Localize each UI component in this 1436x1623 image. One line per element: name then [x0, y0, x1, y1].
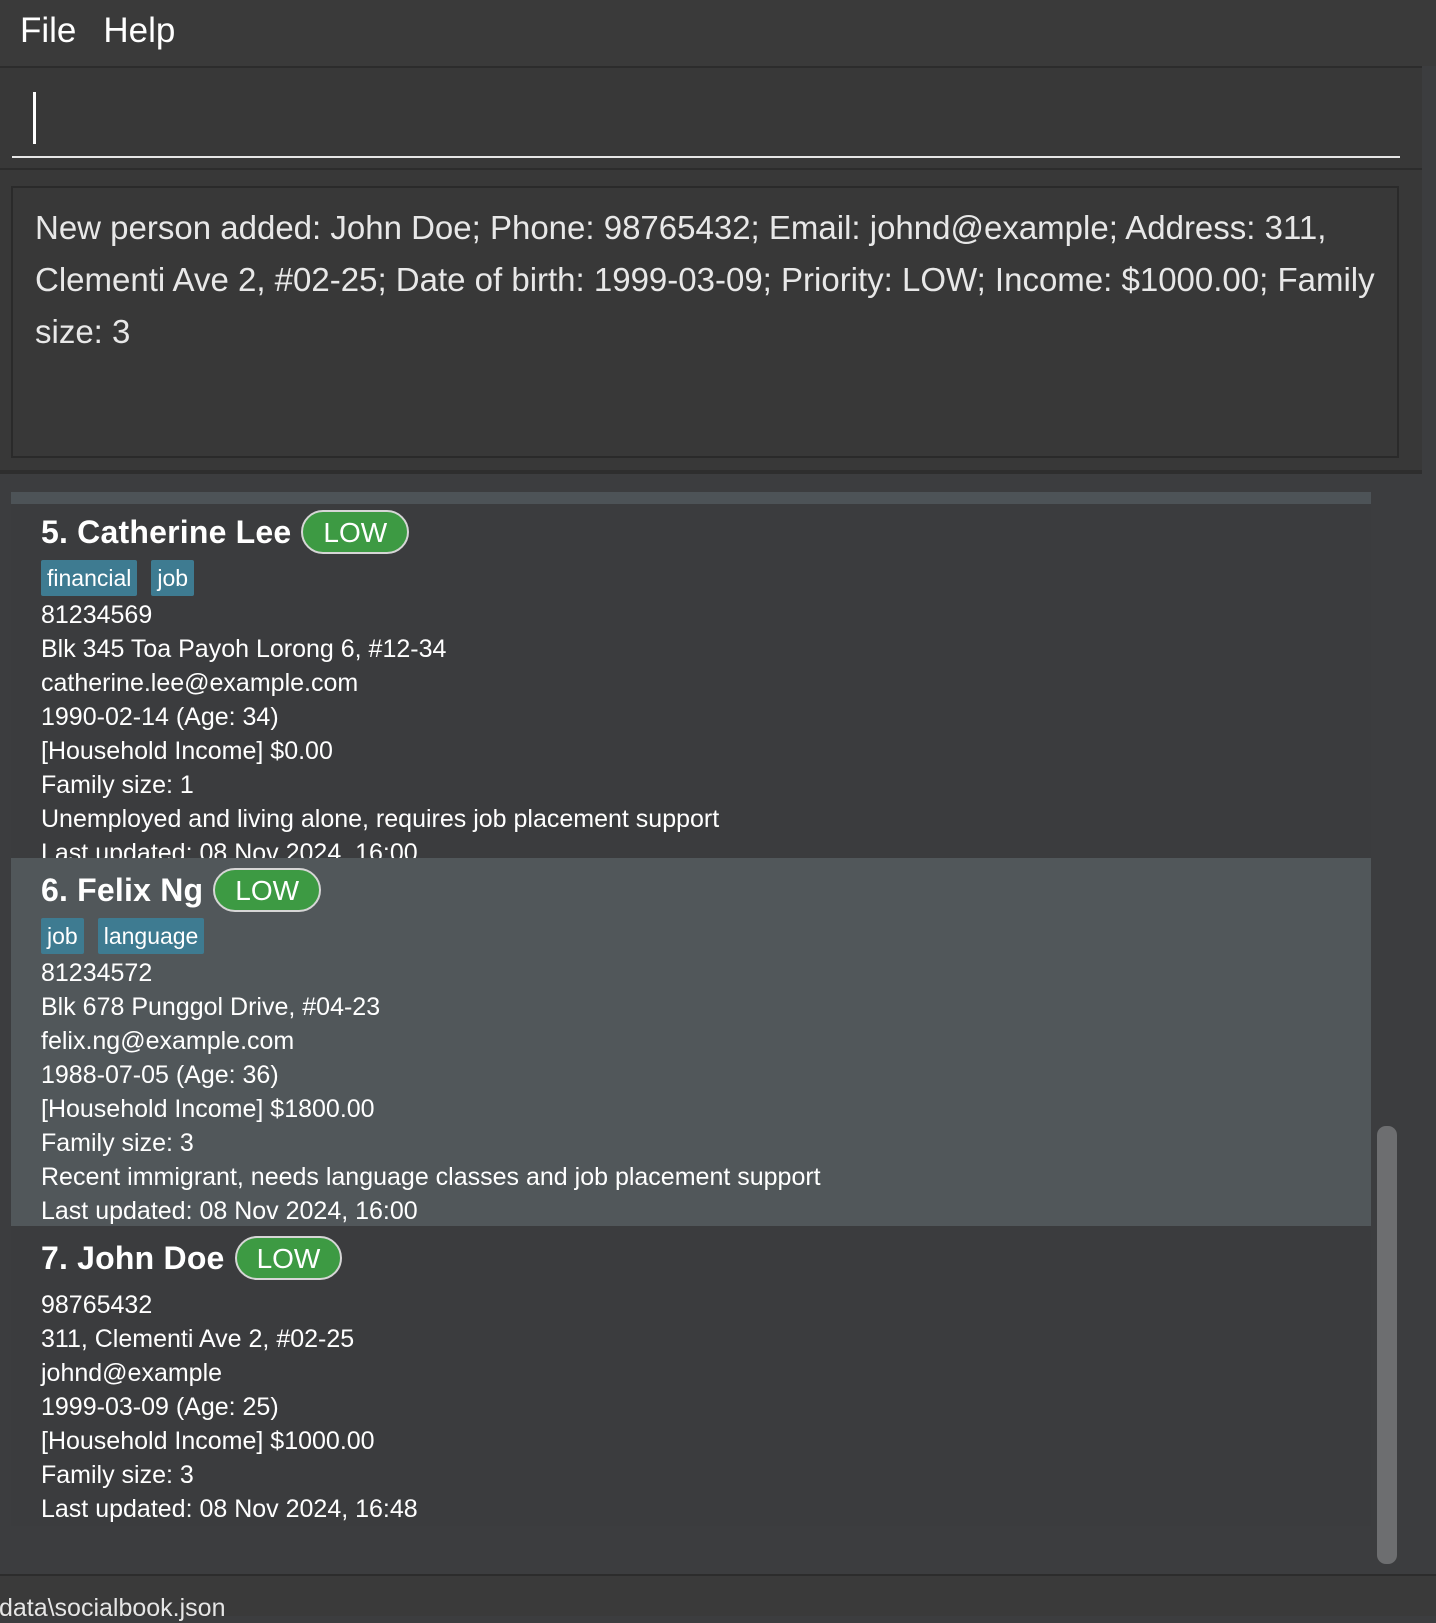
command-box [0, 66, 1422, 168]
person-dob: 1988-07-05 (Age: 36) [41, 1061, 279, 1089]
person-dob: 1990-02-14 (Age: 34) [41, 703, 279, 731]
scrollbar-thumb[interactable] [1377, 1126, 1397, 1564]
person-phone: 81234569 [41, 601, 153, 629]
person-name: 6. Felix Ng [41, 871, 204, 908]
person-family-size: Family size: 1 [41, 771, 194, 799]
menu-help[interactable]: Help [95, 11, 194, 55]
card-header: 6. Felix Ng LOW [41, 866, 1371, 914]
priority-badge: LOW [213, 868, 322, 912]
card-header: 5. Catherine Lee LOW [41, 508, 1371, 556]
person-name: 5. Catherine Lee [41, 513, 292, 550]
person-email: catherine.lee@example.com [41, 669, 359, 697]
person-address: Blk 345 Toa Payoh Lorong 6, #12-34 [41, 635, 447, 663]
menu-file[interactable]: File [12, 11, 95, 55]
person-remark: Recent immigrant, needs language classes… [41, 1163, 821, 1191]
person-phone: 98765432 [41, 1291, 153, 1319]
person-family-size: Family size: 3 [41, 1129, 194, 1157]
person-name: 7. John Doe [41, 1239, 225, 1276]
previous-card-edge [11, 492, 1371, 504]
tag: financial [41, 560, 138, 596]
person-address: Blk 678 Punggol Drive, #04-23 [41, 993, 381, 1021]
priority-badge: LOW [301, 510, 410, 554]
save-location: \data\socialbook.json [0, 1594, 226, 1622]
person-income: [Household Income] $0.00 [41, 737, 333, 765]
tag: job [41, 918, 84, 954]
result-display: New person added: John Doe; Phone: 98765… [11, 186, 1399, 458]
card-header: 7. John Doe LOW [41, 1234, 1371, 1282]
menu-bar: File Help [0, 0, 1436, 66]
tag-list: financial job [41, 560, 1371, 596]
person-last-updated: Last updated: 08 Nov 2024, 16:00 [41, 1197, 418, 1225]
person-address: 311, Clementi Ave 2, #02-25 [41, 1325, 355, 1353]
person-phone: 81234572 [41, 959, 153, 987]
person-income: [Household Income] $1000.00 [41, 1427, 375, 1455]
priority-badge: LOW [234, 1236, 343, 1280]
person-income: [Household Income] $1800.00 [41, 1095, 375, 1123]
person-last-updated: Last updated: 08 Nov 2024, 16:48 [41, 1495, 418, 1523]
person-list[interactable]: 5. Catherine Lee LOW financial job 81234… [0, 474, 1436, 1574]
person-card[interactable]: 5. Catherine Lee LOW financial job 81234… [11, 504, 1371, 867]
command-input[interactable] [12, 74, 1400, 158]
person-card[interactable]: 7. John Doe LOW 98765432 311, Clementi A… [11, 1226, 1371, 1526]
person-card[interactable]: 6. Felix Ng LOW job language 81234572 Bl… [11, 858, 1371, 1226]
text-caret [33, 92, 36, 144]
person-email: johnd@example [41, 1359, 223, 1387]
person-email: felix.ng@example.com [41, 1027, 295, 1055]
person-remark: Unemployed and living alone, requires jo… [41, 805, 720, 833]
person-dob: 1999-03-09 (Age: 25) [41, 1393, 279, 1421]
result-display-panel: New person added: John Doe; Phone: 98765… [0, 168, 1422, 470]
person-family-size: Family size: 3 [41, 1461, 194, 1489]
status-bar: \data\socialbook.json [0, 1574, 1436, 1622]
tag-list: job language [41, 918, 1371, 954]
tag: job [151, 560, 195, 596]
tag: language [97, 918, 205, 954]
